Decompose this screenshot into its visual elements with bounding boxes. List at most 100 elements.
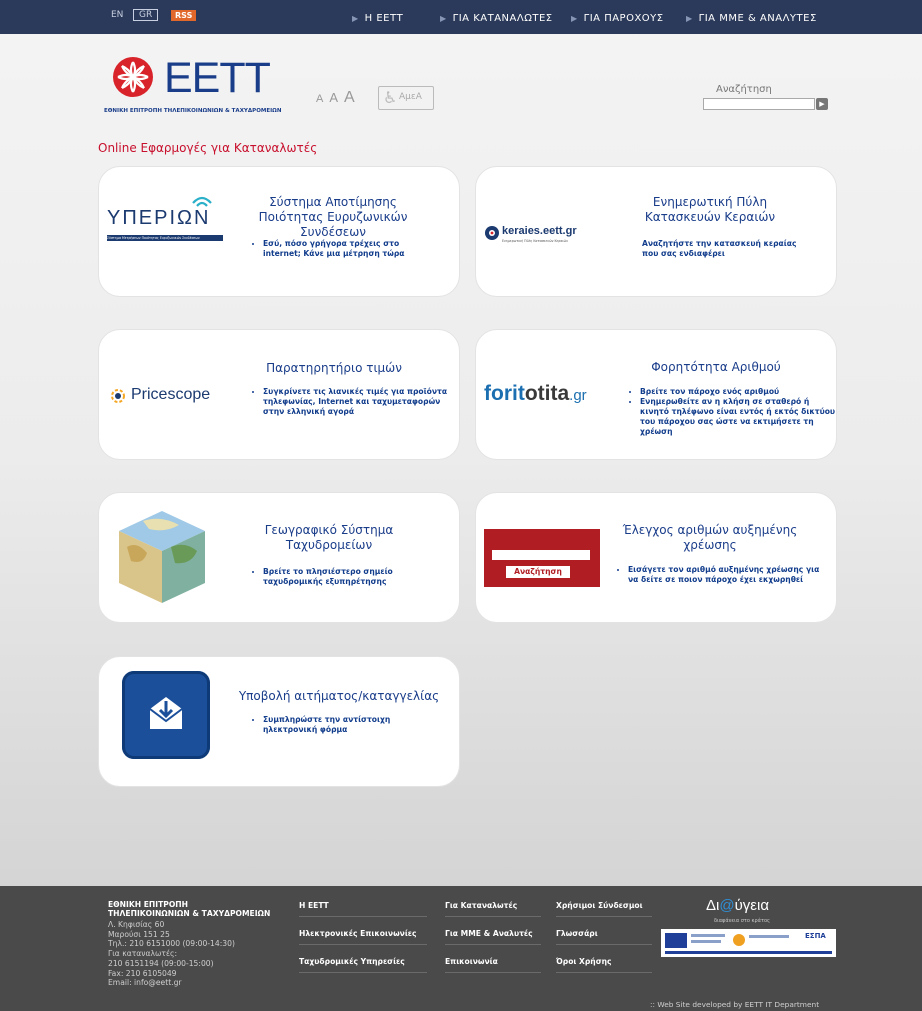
footer-divider [299, 944, 427, 945]
espa-text-block [691, 940, 721, 943]
font-medium-button[interactable]: A [329, 90, 338, 105]
footer-divider [445, 916, 541, 917]
espa-text-block [749, 935, 789, 938]
nav-media-analysts-label: ΓΙΑ ΜΜΕ & ΑΝΑΛΥΤΕΣ [698, 13, 817, 24]
card-foritotita[interactable]: foritotita.gr Φορητότητα Αριθμού Βρείτε … [475, 329, 837, 460]
card-title: Φορητότητα Αριθμού [651, 360, 781, 374]
font-small-button[interactable]: A [316, 93, 323, 105]
card-yperion[interactable]: ΥΠΕΡΙΩΝ Σύστημα Μετρήσεων Ποιότητας Ευρυ… [98, 166, 460, 297]
search-label: Αναζήτηση [716, 84, 772, 95]
footer-divider [445, 972, 541, 973]
card-bullets: Βρείτε τον πάροχο ενός αριθμού Ενημερωθε… [628, 387, 836, 437]
diavgeia-logo-part: @ [719, 897, 735, 914]
footer-link-glossary[interactable]: Γλωσσάρι [556, 929, 598, 938]
diavgeia-logo[interactable]: Δι@ύγεια [706, 897, 769, 914]
eett-logo-mark-icon [113, 57, 153, 97]
nav-providers-label: ΓΙΑ ΠΑΡΟΧΟΥΣ [583, 13, 664, 24]
eu-flag-icon [665, 933, 687, 948]
card-premium-numbers[interactable]: Αναζήτηση Έλεγχος αριθμών αυξημένης χρέω… [475, 492, 837, 623]
footer-link-eett[interactable]: Η ΕΕΤΤ [299, 901, 329, 910]
premium-number-search-button[interactable]: Αναζήτηση [505, 565, 571, 579]
nav-arrow-icon: ▶ [352, 14, 359, 23]
card-title: Γεωγραφικό Σύστημα Ταχυδρομείων [264, 523, 394, 552]
rss-button[interactable]: RSS [171, 10, 197, 21]
logo-text: EETT [164, 54, 271, 102]
keraies-logo-subtitle: Ενημερωτική Πύλη Κατασκευών Κεραιών [502, 239, 568, 243]
footer-address-line: Fax: 210 6105049 [108, 968, 177, 978]
card-title: Παρατηρητήριο τιμών [266, 361, 402, 375]
premium-number-input[interactable] [492, 550, 590, 560]
diavgeia-tagline: διαφάνεια στο κράτος [714, 918, 770, 924]
list-item: Εισάγετε τον αριθμό αυξημένης χρέωσης γι… [628, 565, 824, 585]
yperion-logo-subtitle: Σύστημα Μετρήσεων Ποιότητας Ευρυζωνικών … [107, 235, 223, 241]
card-complaint[interactable]: Υποβολή αιτήματος/καταγγελίας Συμπληρώστ… [98, 656, 460, 787]
yperion-logo: ΥΠΕΡΙΩΝ Σύστημα Μετρήσεων Ποιότητας Ευρυ… [107, 193, 223, 249]
diavgeia-logo-part: Δι [706, 897, 720, 914]
nav-eett[interactable]: ▶ Η ΕΕΤΤ [352, 13, 403, 24]
foritotita-logo-part: forit [484, 382, 525, 405]
search-input[interactable] [703, 98, 815, 110]
list-item: Βρείτε το πλησιέστερο σημείο ταχυδρομική… [263, 567, 433, 587]
font-size-controls: AAA [316, 89, 361, 107]
footer-link-media-analysts[interactable]: Για ΜΜΕ & Αναλυτές [445, 929, 533, 938]
foritotita-logo: foritotita.gr [484, 382, 606, 412]
play-arrow-icon: ▶ [819, 100, 825, 108]
footer-org-line: ΕΘΝΙΚΗ ΕΠΙΤΡΟΠΗ [108, 900, 188, 909]
footer-divider [556, 916, 652, 917]
list-item: Συμπληρώστε την αντίστοιχη ηλεκτρονική φ… [263, 715, 433, 735]
footer-link-postal-services[interactable]: Ταχυδρομικές Υπηρεσίες [299, 957, 405, 966]
list-item: Εσύ, πόσο γρήγορα τρέχεις στο internet; … [263, 239, 435, 259]
lang-gr-link[interactable]: GR [133, 9, 159, 21]
digital-greece-icon [733, 934, 745, 946]
footer-link-useful-links[interactable]: Χρήσιμοι Σύνδεσμοι [556, 901, 643, 910]
footer-link-consumers[interactable]: Για Καταναλωτές [445, 901, 517, 910]
premium-number-search-box: Αναζήτηση [484, 529, 600, 587]
mail-download-icon [149, 697, 183, 729]
wheelchair-icon: ♿ [383, 88, 398, 107]
footer-address-line: Λ. Κηφισίας 60 [108, 920, 165, 929]
list-item: Συγκρίνετε τις λιανικές τιμές για προϊόν… [263, 387, 449, 417]
card-bullets: Συμπληρώστε την αντίστοιχη ηλεκτρονική φ… [251, 715, 433, 735]
card-pricescope[interactable]: Pricescope Παρατηρητήριο τιμών Συγκρίνετ… [98, 329, 460, 460]
espa-logo: ΕΣΠΑ [805, 932, 826, 940]
foritotita-logo-part: tita [537, 382, 570, 405]
footer-address-line: Τηλ.: 210 6151000 (09:00-14:30) [108, 939, 235, 949]
accessibility-button[interactable]: ♿ ΑμεΑ [378, 86, 434, 110]
keraies-logo: keraies.eett.gr Ενημερωτική Πύλη Κατασκε… [484, 225, 600, 247]
accessibility-label: ΑμεΑ [399, 92, 422, 102]
font-large-button[interactable]: A [344, 89, 355, 106]
footer-org-line: ΤΗΛΕΠΙΚΟΙΝΩΝΙΩΝ & ΤΑΧΥΔΡΟΜΕΙΩΝ [108, 909, 271, 918]
footer-link-electronic-comms[interactable]: Ηλεκτρονικές Επικοινωνίες [299, 929, 417, 938]
espa-banner[interactable]: ΕΣΠΑ [661, 929, 836, 957]
diavgeia-logo-part: ύγεια [734, 897, 769, 914]
footer-divider [556, 944, 652, 945]
card-keraies[interactable]: keraies.eett.gr Ενημερωτική Πύλη Κατασκε… [475, 166, 837, 297]
card-title: Υποβολή αιτήματος/καταγγελίας [238, 689, 440, 703]
foritotita-logo-part: o [524, 382, 538, 405]
card-title: Έλεγχος αριθμών αυξημένης χρέωσης [622, 523, 798, 552]
footer-link-contact[interactable]: Επικοινωνία [445, 957, 498, 966]
nav-arrow-icon: ▶ [686, 14, 693, 23]
nav-consumers[interactable]: ▶ ΓΙΑ ΚΑΤΑΝΑΛΩΤΕΣ [440, 13, 553, 24]
lang-en-link[interactable]: EN [111, 10, 123, 20]
top-bar: EN GR RSS ▶ Η ΕΕΤΤ ▶ ΓΙΑ ΚΑΤΑΝΑΛΩΤΕΣ ▶ ΓΙΑ … [0, 0, 922, 34]
nav-consumers-label: ΓΙΑ ΚΑΤΑΝΑΛΩΤΕΣ [452, 13, 553, 24]
envelope-tile [122, 671, 210, 759]
nav-media-analysts[interactable]: ▶ ΓΙΑ ΜΜΕ & ΑΝΑΛΥΤΕΣ [686, 13, 817, 24]
search-submit-button[interactable]: ▶ [816, 98, 828, 110]
footer-org-name: ΕΘΝΙΚΗ ΕΠΙΤΡΟΠΗ ΤΗΛΕΠΙΚΟΙΝΩΝΙΩΝ & ΤΑΧΥΔΡ… [108, 900, 270, 918]
card-postal-map[interactable]: Γεωγραφικό Σύστημα Ταχυδρομείων Βρείτε τ… [98, 492, 460, 623]
list-item: Ενημερωθείτε αν η κλήση σε σταθερό ή κιν… [640, 397, 836, 437]
footer-address-line: Μαρούσι 151 25 [108, 929, 170, 939]
card-bullets: Εσύ, πόσο γρήγορα τρέχεις στο internet; … [251, 239, 435, 259]
footer-email-link[interactable]: Email: info@eett.gr [108, 978, 235, 988]
list-item: Βρείτε τον πάροχο ενός αριθμού [640, 387, 836, 397]
footer-address-line: Για καταναλωτές: [108, 949, 178, 959]
keraies-logo-text: keraies.eett.gr [502, 225, 577, 237]
footer-link-terms[interactable]: Όροι Χρήσης [556, 957, 612, 966]
eett-logo[interactable]: EETT ΕΘΝΙΚΗ ΕΠΙΤΡΟΠΗ ΤΗΛΕΠΙΚΟΙΝΩΝΙΩΝ & Τ… [104, 54, 284, 118]
nav-providers[interactable]: ▶ ΓΙΑ ΠΑΡΟΧΟΥΣ [571, 13, 664, 24]
card-title: Ενημερωτική Πύλη Κατασκευών Κεραιών [644, 195, 776, 224]
footer-divider [299, 972, 427, 973]
footer-divider [556, 972, 652, 973]
